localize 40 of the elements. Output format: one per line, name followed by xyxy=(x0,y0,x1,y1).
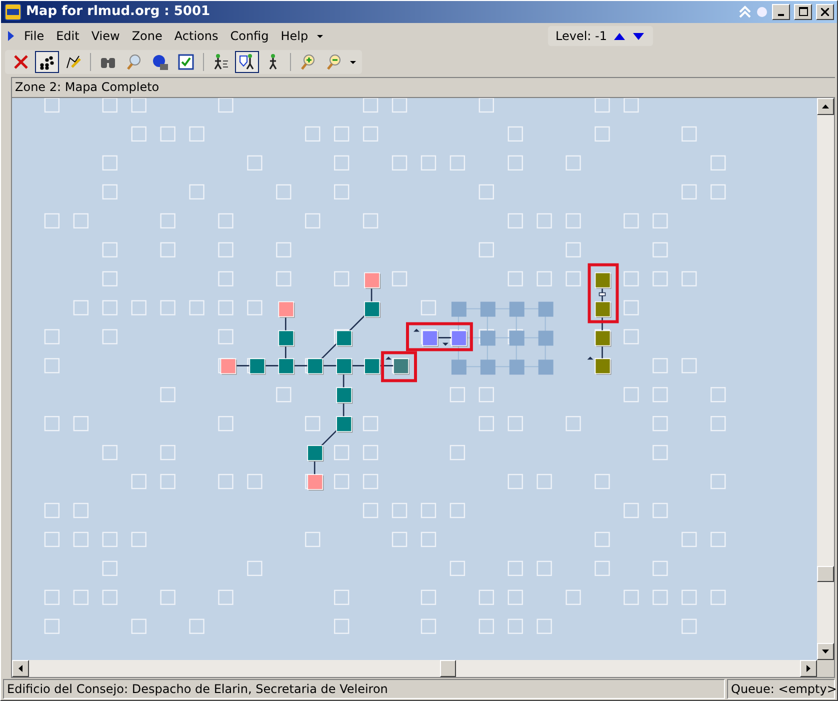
queue-status: Queue: <empty> xyxy=(727,679,835,699)
maximize-button[interactable] xyxy=(794,4,812,20)
menu-item[interactable]: File xyxy=(19,27,50,46)
dot-icon[interactable] xyxy=(756,6,768,18)
close-icon xyxy=(821,8,829,16)
menu-item[interactable]: Config xyxy=(225,27,274,46)
minimize-button[interactable] xyxy=(772,4,790,20)
room-status: Edificio del Consejo: Despacho de Elarin, Secretaria de Veleiron xyxy=(3,679,725,699)
shield-figure-icon xyxy=(238,52,256,71)
zone-label: Zone 2: Mapa Completo xyxy=(11,76,835,97)
menu-item[interactable]: Actions xyxy=(169,27,224,46)
level-label: Level: -1 xyxy=(556,29,607,44)
close-button[interactable] xyxy=(816,4,834,20)
scroll-thumb[interactable] xyxy=(817,566,834,582)
running-figure-icon xyxy=(212,52,230,71)
window-title: Map for rlmud.org : 5001 xyxy=(26,4,212,20)
globe-icon xyxy=(151,52,169,71)
tick-square-icon xyxy=(177,52,195,71)
menu-item[interactable]: Zone xyxy=(126,27,168,46)
tool-button[interactable] xyxy=(35,50,59,73)
menu-item[interactable]: Edit xyxy=(51,27,84,46)
scroll-thumb[interactable] xyxy=(440,660,456,678)
cross-icon xyxy=(12,52,30,71)
up-arrow-icon[interactable] xyxy=(613,32,626,41)
right-arrow-icon xyxy=(805,665,812,672)
zoom-in-icon xyxy=(299,52,317,71)
up-arrow-icon xyxy=(822,102,829,110)
menu-item[interactable]: Help xyxy=(276,27,314,46)
horizontal-scrollbar[interactable] xyxy=(12,660,817,678)
menu-item[interactable]: View xyxy=(86,27,125,46)
down-arrow-icon xyxy=(822,648,829,656)
vertical-scrollbar[interactable] xyxy=(817,98,834,660)
minimize-icon xyxy=(778,14,784,16)
zoom-out-icon xyxy=(325,52,343,71)
down-arrow-icon[interactable] xyxy=(632,32,645,41)
left-arrow-icon xyxy=(17,665,24,672)
tool-button[interactable] xyxy=(235,50,259,73)
app-logo-icon xyxy=(4,2,22,21)
magnifier-icon xyxy=(125,52,143,71)
maximize-icon xyxy=(798,7,808,16)
